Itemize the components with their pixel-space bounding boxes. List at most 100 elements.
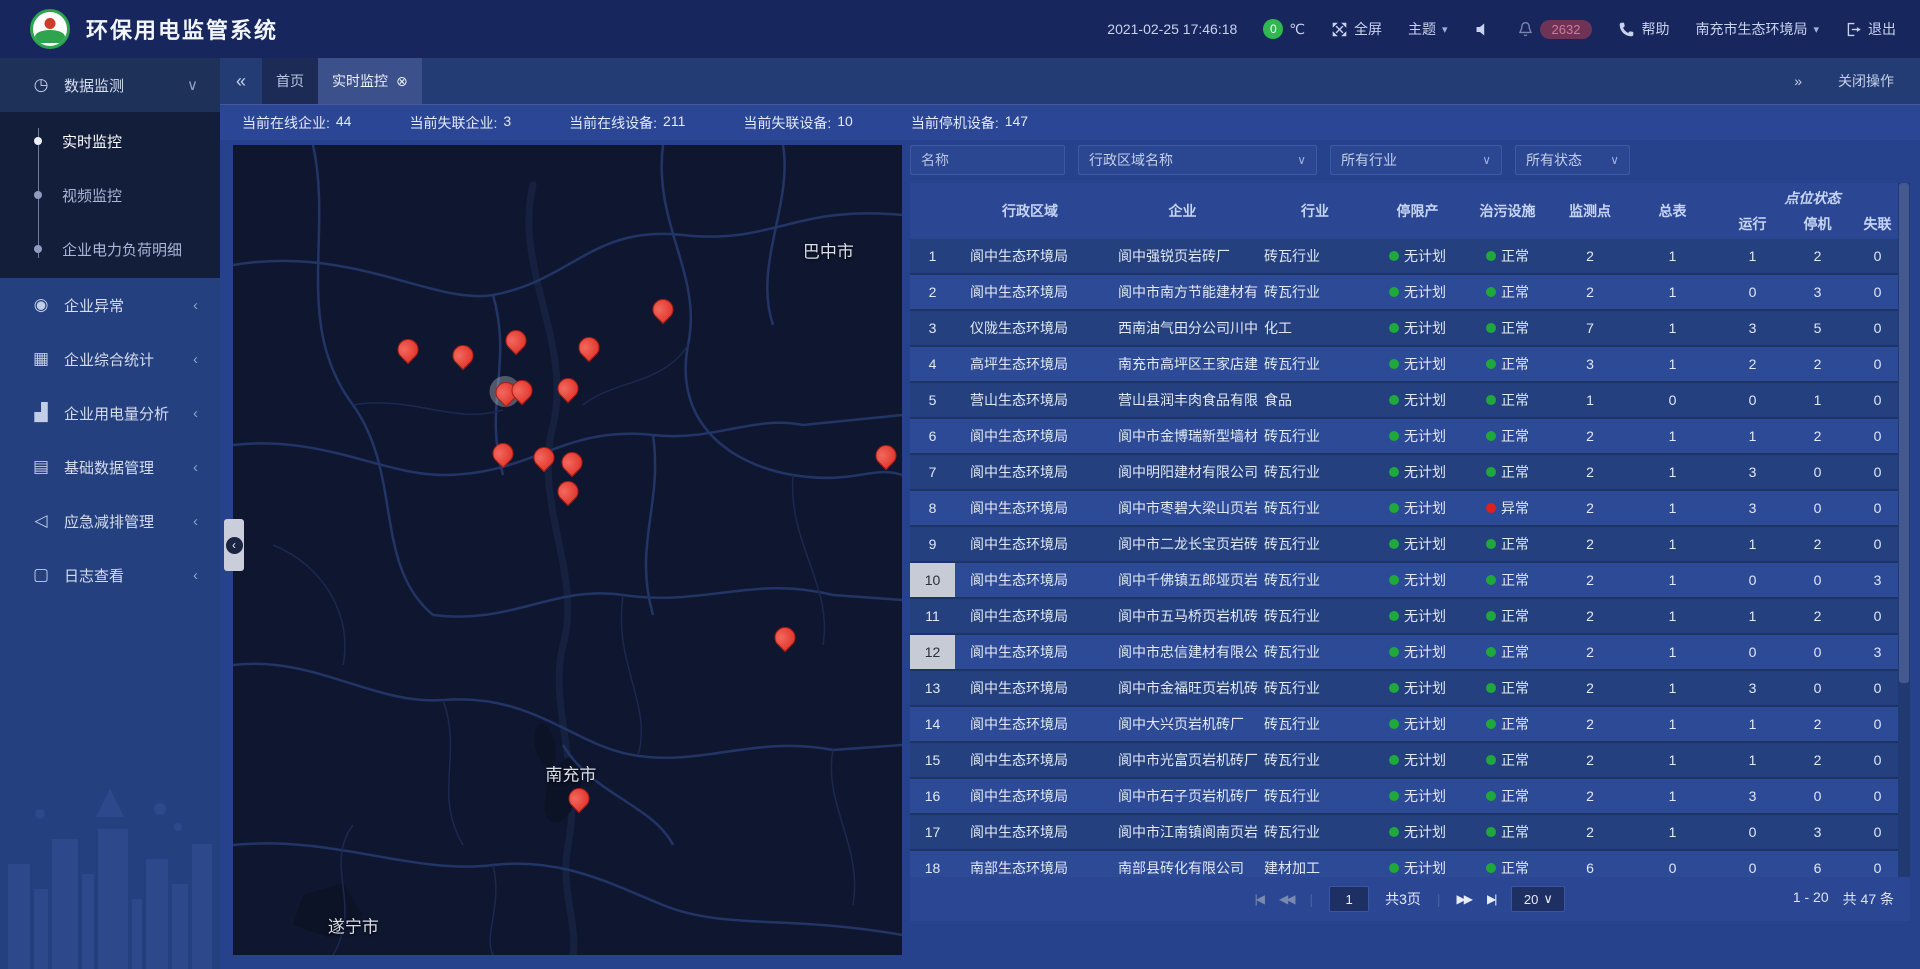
user-dropdown[interactable]: 南充市生态环境局 ▾ [1695,19,1819,39]
row-points: 2 [1550,743,1630,777]
map[interactable]: 巴中市南充市遂宁市 ‹ [233,145,902,955]
table-row[interactable]: 13 阆中生态环境局 阆中市金福旺页岩机砖 砖瓦行业 无计划 正常 [910,671,1910,707]
table-row[interactable]: 18 南部生态环境局 南部县砖化有限公司 建材加工 无计划 正常 [910,851,1910,877]
logout-button[interactable]: 退出 [1845,19,1896,39]
map-pin[interactable] [561,452,580,471]
section-icon: ▤ [30,457,52,477]
row-limit-status: 无计划 [1370,851,1465,877]
sidebar-submenu-item[interactable]: 视频监控 [0,168,220,222]
row-points: 2 [1550,419,1630,453]
row-limit-status: 无计划 [1370,239,1465,273]
status-dot [1486,251,1496,261]
row-points: 1 [1550,383,1630,417]
row-company: 阆中市南方节能建材有 [1105,275,1260,309]
table-header: 行政区域 企业 行业 停限产 治污设施 监测点 总表 点位状态 运行 停机 失联 [910,183,1910,239]
sidebar-item[interactable]: ◁ 应急减排管理 ‹ [0,494,220,548]
table-scrollbar[interactable] [1898,183,1910,877]
row-company: 阆中明阳建材有限公司 [1105,455,1260,489]
row-facility-status: 正常 [1465,419,1550,453]
tab-scroll-left-button[interactable]: « [220,58,262,104]
table-row[interactable]: 12 阆中生态环境局 阆中市忠信建材有限公 砖瓦行业 无计划 正常 [910,635,1910,671]
stats-bar: 当前在线企业: 44 当前失联企业: 3 当前在线设备: 211 当前失联设备:… [220,104,1920,140]
name-search-input[interactable] [910,145,1065,175]
row-company: 阆中市枣碧大梁山页岩 [1105,491,1260,525]
sidebar-item[interactable]: ▤ 基础数据管理 ‹ [0,440,220,494]
table-row[interactable]: 10 阆中生态环境局 阆中千佛镇五郎垭页岩 砖瓦行业 无计划 正常 [910,563,1910,599]
map-pin[interactable] [397,339,416,358]
row-stop: 2 [1790,347,1845,381]
row-meters: 0 [1630,383,1715,417]
first-page-button[interactable]: |◀ [1255,892,1263,906]
stat-value: 3 [503,113,511,133]
map-pin[interactable] [506,330,525,349]
tab-realtime-monitoring[interactable]: 实时监控 ⊗ [318,58,422,104]
table-row[interactable]: 14 阆中生态环境局 阆中大兴页岩机砖厂 砖瓦行业 无计划 正常 [910,707,1910,743]
map-pin[interactable] [875,445,894,464]
sidebar-submenu-item[interactable]: 企业电力负荷明细 [0,222,220,276]
industry-select[interactable]: 所有行业 ∨ [1330,145,1502,175]
tab-home[interactable]: 首页 [262,58,318,104]
map-pin[interactable] [557,481,576,500]
map-pin[interactable] [569,788,588,807]
map-pin[interactable] [492,443,511,462]
close-tab-icon[interactable]: ⊗ [396,73,408,90]
table-row[interactable]: 1 阆中生态环境局 阆中强锐页岩砖厂 砖瓦行业 无计划 正常 [910,239,1910,275]
temperature-widget: 0 ℃ [1263,19,1305,39]
fullscreen-button[interactable]: 全屏 [1331,19,1382,39]
sidebar-item[interactable]: ◉ 企业异常 ‹ [0,278,220,332]
page-size-select[interactable]: 20 ∨ [1511,886,1565,912]
sidebar-item-data-monitoring[interactable]: ◷ 数据监测 ∨ [0,58,220,112]
table-row[interactable]: 7 阆中生态环境局 阆中明阳建材有限公司 砖瓦行业 无计划 正常 [910,455,1910,491]
map-city-label: 南充市 [545,760,596,785]
status-dot [1389,755,1399,765]
gauge-icon: ◷ [30,75,52,95]
table-row[interactable]: 5 营山生态环境局 营山县润丰肉食品有限 食品 无计划 正常 [910,383,1910,419]
table-row[interactable]: 8 阆中生态环境局 阆中市枣碧大梁山页岩 砖瓦行业 无计划 异常 [910,491,1910,527]
map-pin[interactable] [511,380,530,399]
row-industry: 砖瓦行业 [1260,707,1370,741]
page-number-input[interactable] [1329,886,1369,912]
map-collapse-handle[interactable]: ‹ [224,519,244,571]
table-row[interactable]: 2 阆中生态环境局 阆中市南方节能建材有 砖瓦行业 无计划 正常 [910,275,1910,311]
sidebar-item[interactable]: ▟ 企业用电量分析 ‹ [0,386,220,440]
next-page-button[interactable]: ▶▶ [1457,892,1471,906]
help-button[interactable]: 帮助 [1618,19,1669,39]
table-row[interactable]: 17 阆中生态环境局 阆中市江南镇阆南页岩 砖瓦行业 无计划 正常 [910,815,1910,851]
region-select[interactable]: 行政区域名称 ∨ [1078,145,1317,175]
col-meter: 总表 [1630,201,1715,221]
map-pin[interactable] [557,378,576,397]
double-right-arrow-icon[interactable]: » [1794,73,1802,89]
prev-page-button[interactable]: ◀◀ [1279,892,1293,906]
sidebar-item[interactable]: ▢ 日志查看 ‹ [0,548,220,602]
notification-widget[interactable]: 2632 [1517,20,1593,39]
row-stop: 0 [1790,779,1845,813]
close-operations-button[interactable]: 关闭操作 [1838,71,1894,91]
table-row[interactable]: 9 阆中生态环境局 阆中市二龙长宝页岩砖 砖瓦行业 无计划 正常 [910,527,1910,563]
table-row[interactable]: 6 阆中生态环境局 阆中市金博瑞新型墙材 砖瓦行业 无计划 正常 [910,419,1910,455]
map-pin[interactable] [653,299,672,318]
row-index: 7 [910,455,955,489]
row-industry: 砖瓦行业 [1260,671,1370,705]
table-row[interactable]: 16 阆中生态环境局 阆中市石子页岩机砖厂 砖瓦行业 无计划 正常 [910,779,1910,815]
map-pin[interactable] [533,447,552,466]
chevron-left-icon: ‹ [193,405,198,422]
status-select[interactable]: 所有状态 ∨ [1515,145,1630,175]
table-row[interactable]: 4 高坪生态环境局 南充市高坪区王家店建 砖瓦行业 无计划 正常 [910,347,1910,383]
scrollbar-thumb[interactable] [1899,183,1909,683]
table-row[interactable]: 11 阆中生态环境局 阆中市五马桥页岩机砖 砖瓦行业 无计划 正常 [910,599,1910,635]
map-pin[interactable] [452,345,471,364]
table-row[interactable]: 15 阆中生态环境局 阆中市光富页岩机砖厂 砖瓦行业 无计划 正常 [910,743,1910,779]
mute-button[interactable] [1474,21,1491,38]
row-meters: 1 [1630,311,1715,345]
map-pin[interactable] [578,337,597,356]
last-page-button[interactable]: ▶| [1487,892,1495,906]
status-dot [1486,467,1496,477]
table-row[interactable]: 3 仪陇生态环境局 西南油气田分公司川中 化工 无计划 正常 [910,311,1910,347]
notification-count-badge: 2632 [1540,20,1593,39]
theme-dropdown[interactable]: 主题 ▾ [1408,19,1448,39]
row-points: 2 [1550,527,1630,561]
speaker-icon [1474,21,1491,38]
sidebar-item[interactable]: ▦ 企业综合统计 ‹ [0,332,220,386]
sidebar-submenu-item[interactable]: 实时监控 [0,114,220,168]
map-pin[interactable] [774,627,793,646]
